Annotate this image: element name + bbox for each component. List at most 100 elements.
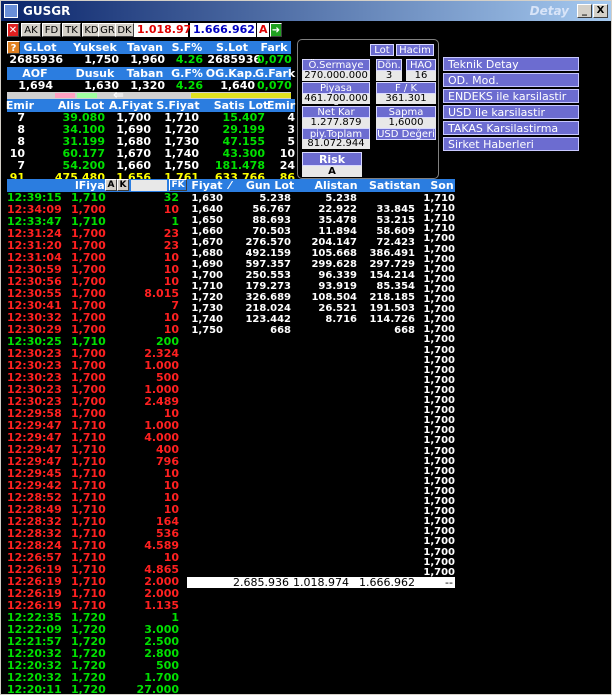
trade-price: 1,710 bbox=[71, 431, 106, 444]
trade-row: 12:30:59 1,700 10 bbox=[7, 264, 187, 275]
trade-time: 12:29:42 bbox=[7, 479, 62, 492]
trade-time: 12:28:32 bbox=[7, 527, 62, 540]
toolbar-button-ak[interactable]: AK bbox=[21, 23, 41, 37]
book-price: 1,630 bbox=[191, 193, 223, 204]
sort-icon[interactable]: ⁄ bbox=[227, 179, 233, 192]
od-mod-button[interactable]: OD. Mod. bbox=[443, 73, 579, 87]
app-icon bbox=[4, 4, 18, 18]
close-button[interactable]: X bbox=[593, 4, 608, 18]
book-price: 1,730 bbox=[191, 303, 223, 314]
trade-time: 12:30:41 bbox=[7, 299, 62, 312]
summary-values-2: 1,694 1,630 1,320 4.26 1,640 0,070 bbox=[7, 79, 292, 92]
total-son: -- bbox=[445, 576, 453, 589]
title-bar[interactable]: GUSGR Detay _ X bbox=[1, 1, 611, 21]
trade-row: 12:31:24 1,700 23 bbox=[7, 228, 187, 239]
trade-row: 12:20:32 1,720 2.800 bbox=[7, 648, 187, 659]
toolbar-button-dk[interactable]: DK bbox=[115, 23, 134, 37]
trades-filter-input[interactable] bbox=[131, 180, 167, 191]
trade-lot: 32 bbox=[163, 191, 179, 204]
trade-row: 12:31:04 1,700 10 bbox=[7, 252, 187, 263]
takas-karsilastirma-button[interactable]: TAKAS Karsilastirma bbox=[443, 121, 579, 135]
trade-time: 12:33:47 bbox=[7, 215, 62, 228]
trade-time: 12:29:47 bbox=[7, 455, 62, 468]
trade-lot: 500 bbox=[156, 371, 179, 384]
piyasa-label: Piyasa Değeri bbox=[302, 82, 370, 106]
trade-row: 12:30:32 1,700 10 bbox=[7, 312, 187, 323]
trade-lot: 27.000 bbox=[136, 683, 179, 695]
book-gun-lot: 5.238 bbox=[259, 193, 291, 204]
trade-price: 1,700 bbox=[71, 227, 106, 240]
sirket-haberleri-button[interactable]: Sirket Haberleri bbox=[443, 137, 579, 151]
usd-degeri-button[interactable]: USD Değeri bbox=[376, 128, 436, 140]
trade-time: 12:28:52 bbox=[7, 491, 62, 504]
value-aof: 1,694 bbox=[18, 79, 53, 92]
trades-k-button[interactable]: K bbox=[117, 179, 129, 191]
book-satistan: 154.214 bbox=[369, 270, 415, 281]
value-tavan: 1,960 bbox=[130, 53, 165, 66]
trade-row: 12:26:19 1,710 2.000 bbox=[7, 576, 187, 587]
book-alistan: 93.919 bbox=[318, 281, 357, 292]
book-alistan: 35.478 bbox=[318, 215, 357, 226]
trade-price: 1,700 bbox=[71, 383, 106, 396]
usd-karsilastir-button[interactable]: USD ile karsilastir bbox=[443, 105, 579, 119]
close-x-icon[interactable]: ✕ bbox=[7, 23, 19, 37]
toolbar-button-fd[interactable]: FD bbox=[42, 23, 61, 37]
book-gun-lot: 218.024 bbox=[245, 303, 291, 314]
book-satistan: 668 bbox=[394, 325, 415, 336]
book-alistan: 22.922 bbox=[318, 204, 357, 215]
window: GUSGR Detay _ X ✕ AK FD TK KD GR DK 1.01… bbox=[0, 0, 612, 695]
window-title: GUSGR bbox=[23, 4, 71, 18]
trade-lot: 1.700 bbox=[144, 671, 179, 684]
book-gun-lot: 276.570 bbox=[245, 237, 291, 248]
trade-price: 1,710 bbox=[71, 575, 106, 588]
trade-row: 12:31:20 1,700 23 bbox=[7, 240, 187, 251]
trade-lot: 10 bbox=[163, 311, 179, 324]
toolbar-button-tk[interactable]: TK bbox=[62, 23, 81, 37]
total-satistan: 1.666.962 bbox=[359, 576, 415, 589]
fk-button[interactable]: FK bbox=[169, 179, 187, 191]
value-ogkap: 1,640 bbox=[220, 79, 255, 92]
trade-time: 12:31:24 bbox=[7, 227, 62, 240]
trade-time: 12:30:55 bbox=[7, 287, 62, 300]
minimize-button[interactable]: _ bbox=[577, 4, 592, 18]
book-price: 1,670 bbox=[191, 237, 223, 248]
trade-lot: 3.000 bbox=[144, 623, 179, 636]
toolbar-a-label[interactable]: A bbox=[257, 23, 269, 37]
trades-a-button[interactable]: A bbox=[105, 179, 117, 191]
trade-price: 1,700 bbox=[71, 275, 106, 288]
trade-time: 12:30:56 bbox=[7, 275, 62, 288]
trade-row: 12:30:29 1,700 10 bbox=[7, 324, 187, 335]
trade-row: 12:28:49 1,710 10 bbox=[7, 504, 187, 515]
trade-row: 12:33:47 1,710 1 bbox=[7, 216, 187, 227]
book-satistan: 58.609 bbox=[376, 226, 415, 237]
trade-time: 12:22:09 bbox=[7, 623, 62, 636]
book-satistan: 191.503 bbox=[369, 303, 415, 314]
trade-lot: 1.000 bbox=[144, 383, 179, 396]
trade-lot: 10 bbox=[163, 263, 179, 276]
trade-row: 12:28:32 1,710 164 bbox=[7, 516, 187, 527]
endeks-karsilastir-button[interactable]: ENDEKS ile karsilastir bbox=[443, 89, 579, 103]
trade-price: 1,720 bbox=[71, 659, 106, 672]
teknik-detay-button[interactable]: Teknik Detay bbox=[443, 57, 579, 71]
arrow-right-icon[interactable]: ➜ bbox=[270, 23, 282, 37]
netkar-label: Net Kar bbox=[302, 106, 370, 118]
trade-lot: 4.865 bbox=[144, 563, 179, 576]
trade-price: 1,710 bbox=[71, 503, 106, 516]
trade-row: 12:29:47 1,710 796 bbox=[7, 456, 187, 467]
book-satistan: 114.726 bbox=[369, 314, 415, 325]
trade-lot: 10 bbox=[163, 323, 179, 336]
trade-time: 12:28:32 bbox=[7, 515, 62, 528]
risk-kodu-value: A bbox=[302, 166, 362, 177]
lot-button[interactable]: Lot bbox=[370, 44, 394, 56]
trade-time: 12:31:20 bbox=[7, 239, 62, 252]
trade-price: 1,720 bbox=[71, 623, 106, 636]
trade-time: 12:29:47 bbox=[7, 443, 62, 456]
trade-price: 1,710 bbox=[71, 539, 106, 552]
trade-price: 1,710 bbox=[71, 515, 106, 528]
hacim-button[interactable]: Hacim bbox=[396, 44, 434, 56]
book-gun-lot: 56.767 bbox=[252, 204, 291, 215]
book-gun-lot: 179.273 bbox=[245, 281, 291, 292]
trade-time: 12:28:49 bbox=[7, 503, 62, 516]
trade-row: 12:28:24 1,710 4.589 bbox=[7, 540, 187, 551]
trade-price: 1,700 bbox=[71, 371, 106, 384]
